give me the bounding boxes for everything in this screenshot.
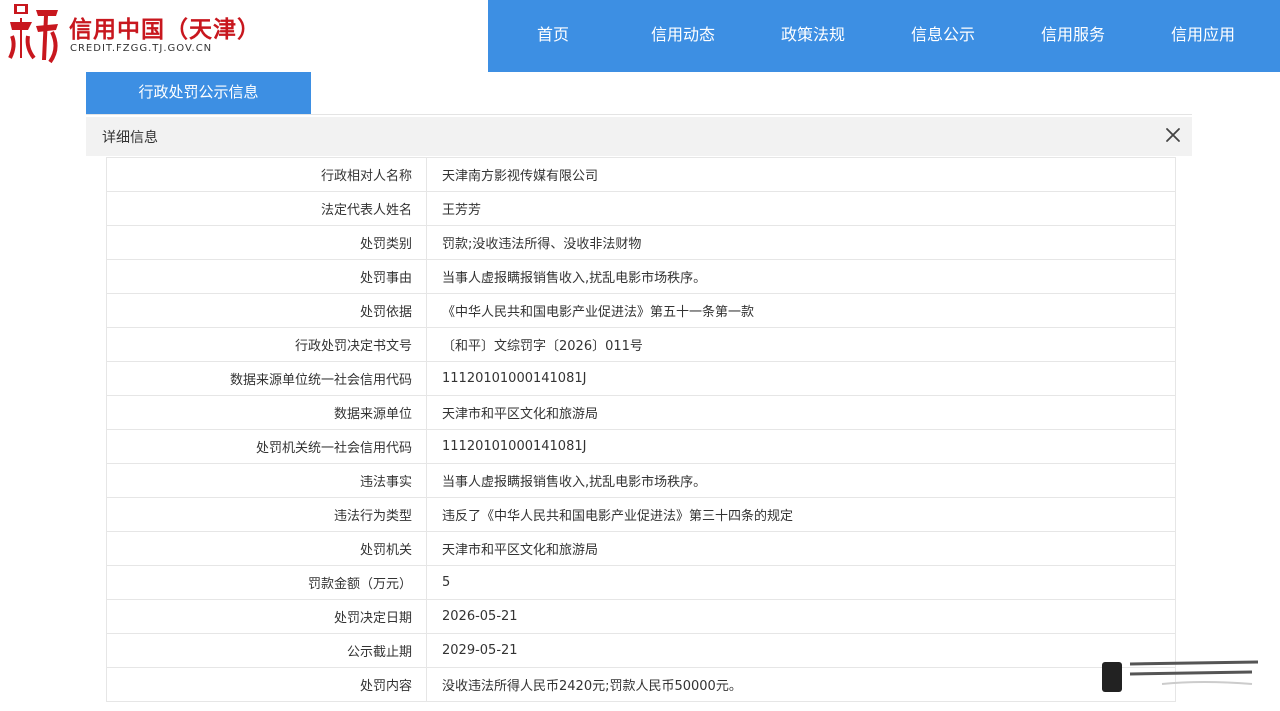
table-row: 公示截止期 2029-05-21 bbox=[106, 633, 1176, 668]
table-row: 违法事实 当事人虚报瞒报销售收入,扰乱电影市场秩序。 bbox=[106, 463, 1176, 498]
nav-home[interactable]: 首页 bbox=[488, 0, 618, 72]
table-row: 数据来源单位 天津市和平区文化和旅游局 bbox=[106, 395, 1176, 430]
table-row: 处罚依据 《中华人民共和国电影产业促进法》第五十一条第一款 bbox=[106, 293, 1176, 328]
row-label: 数据来源单位统一社会信用代码 bbox=[106, 361, 427, 396]
logo-subtitle: CREDIT.FZGG.TJ.GOV.CN bbox=[70, 43, 213, 54]
row-value: 天津市和平区文化和旅游局 bbox=[426, 395, 1176, 430]
table-row: 处罚类别 罚款;没收违法所得、没收非法财物 bbox=[106, 225, 1176, 260]
row-label: 处罚机关 bbox=[106, 531, 427, 566]
row-value: 当事人虚报瞒报销售收入,扰乱电影市场秩序。 bbox=[426, 259, 1176, 294]
row-label: 罚款金额（万元） bbox=[106, 565, 427, 600]
row-label: 处罚机关统一社会信用代码 bbox=[106, 429, 427, 464]
table-row: 处罚事由 当事人虚报瞒报销售收入,扰乱电影市场秩序。 bbox=[106, 259, 1176, 294]
row-label: 公示截止期 bbox=[106, 633, 427, 668]
row-label: 处罚依据 bbox=[106, 293, 427, 328]
table-row: 处罚决定日期 2026-05-21 bbox=[106, 599, 1176, 634]
row-label: 处罚决定日期 bbox=[106, 599, 427, 634]
row-value: 〔和平〕文综罚字〔2026〕011号 bbox=[426, 327, 1176, 362]
main-nav: 首页 信用动态 政策法规 信息公示 信用服务 信用应用 bbox=[488, 0, 1280, 72]
nav-credit-applications[interactable]: 信用应用 bbox=[1138, 0, 1268, 72]
row-label: 数据来源单位 bbox=[106, 395, 427, 430]
nav-policies[interactable]: 政策法规 bbox=[748, 0, 878, 72]
site-header: 信用中国（天津） CREDIT.FZGG.TJ.GOV.CN 首页 信用动态 政… bbox=[0, 0, 1280, 72]
row-value: 天津南方影视传媒有限公司 bbox=[426, 157, 1176, 192]
row-value: 罚款;没收违法所得、没收非法财物 bbox=[426, 225, 1176, 260]
row-value: 违反了《中华人民共和国电影产业促进法》第三十四条的规定 bbox=[426, 497, 1176, 532]
panel-title: 详细信息 bbox=[102, 130, 158, 146]
row-value: 天津市和平区文化和旅游局 bbox=[426, 531, 1176, 566]
watermark-icon bbox=[1102, 660, 1259, 692]
nav-credit-services[interactable]: 信用服务 bbox=[1008, 0, 1138, 72]
row-label: 行政相对人名称 bbox=[106, 157, 427, 192]
row-value: 当事人虚报瞒报销售收入,扰乱电影市场秩序。 bbox=[426, 463, 1176, 498]
row-label: 处罚类别 bbox=[106, 225, 427, 260]
row-value: 2029-05-21 bbox=[426, 633, 1176, 668]
table-row: 数据来源单位统一社会信用代码 11120101000141081J bbox=[106, 361, 1176, 396]
row-value: 11120101000141081J bbox=[426, 361, 1176, 396]
row-value: 没收违法所得人民币2420元;罚款人民币50000元。 bbox=[426, 667, 1176, 702]
table-row: 处罚机关 天津市和平区文化和旅游局 bbox=[106, 531, 1176, 566]
row-value: 2026-05-21 bbox=[426, 599, 1176, 634]
table-row: 行政处罚决定书文号 〔和平〕文综罚字〔2026〕011号 bbox=[106, 327, 1176, 362]
row-label: 违法行为类型 bbox=[106, 497, 427, 532]
row-value: 《中华人民共和国电影产业促进法》第五十一条第一款 bbox=[426, 293, 1176, 328]
row-label: 处罚事由 bbox=[106, 259, 427, 294]
logo[interactable]: 信用中国（天津） CREDIT.FZGG.TJ.GOV.CN bbox=[0, 0, 488, 72]
row-label: 处罚内容 bbox=[106, 667, 427, 702]
credit-logo-icon bbox=[8, 4, 58, 64]
row-label: 法定代表人姓名 bbox=[106, 191, 427, 226]
panel-header: 详细信息 bbox=[86, 117, 1192, 156]
close-icon[interactable] bbox=[1162, 124, 1184, 146]
tab-divider bbox=[86, 114, 1192, 115]
nav-credit-news[interactable]: 信用动态 bbox=[618, 0, 748, 72]
row-label: 违法事实 bbox=[106, 463, 427, 498]
nav-info-disclosure[interactable]: 信息公示 bbox=[878, 0, 1008, 72]
table-row: 处罚内容 没收违法所得人民币2420元;罚款人民币50000元。 bbox=[106, 667, 1176, 702]
tab-admin-penalty[interactable]: 行政处罚公示信息 bbox=[86, 72, 311, 115]
row-value: 11120101000141081J bbox=[426, 429, 1176, 464]
table-row: 处罚机关统一社会信用代码 11120101000141081J bbox=[106, 429, 1176, 464]
table-row: 行政相对人名称 天津南方影视传媒有限公司 bbox=[106, 157, 1176, 192]
row-value: 王芳芳 bbox=[426, 191, 1176, 226]
logo-title: 信用中国（天津） bbox=[69, 17, 261, 43]
row-label: 行政处罚决定书文号 bbox=[106, 327, 427, 362]
table-row: 法定代表人姓名 王芳芳 bbox=[106, 191, 1176, 226]
row-value: 5 bbox=[426, 565, 1176, 600]
table-row: 罚款金额（万元） 5 bbox=[106, 565, 1176, 600]
table-row: 违法行为类型 违反了《中华人民共和国电影产业促进法》第三十四条的规定 bbox=[106, 497, 1176, 532]
detail-table: 行政相对人名称 天津南方影视传媒有限公司 法定代表人姓名 王芳芳 处罚类别 罚款;没收… bbox=[106, 157, 1176, 702]
